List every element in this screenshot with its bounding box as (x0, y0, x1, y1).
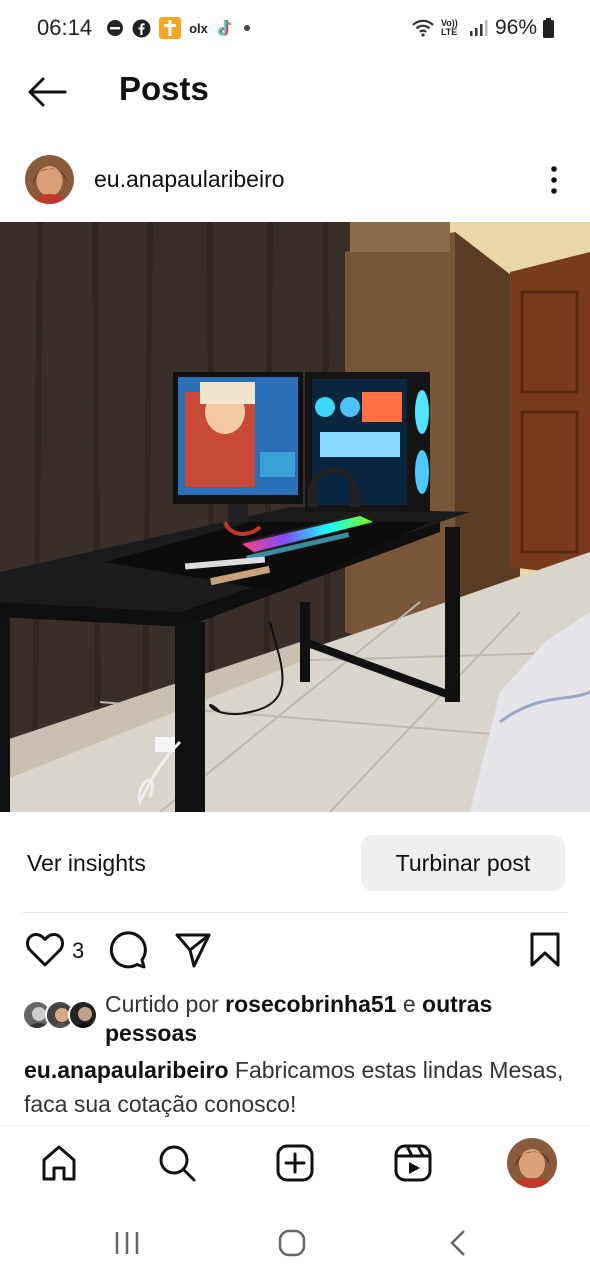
comment-icon (109, 931, 147, 969)
like-count[interactable]: 3 (72, 938, 84, 964)
likes-connector: e (396, 991, 423, 1017)
liker-avatars (22, 1000, 98, 1032)
back-icon (450, 1230, 465, 1256)
reels-icon (394, 1144, 432, 1182)
likes-prefix: Curtido por (105, 991, 226, 1017)
engagement-icons: 3 (0, 925, 590, 975)
volte-icon: Vo)) LTE (441, 19, 463, 37)
battery-icon (543, 18, 554, 38)
heart-icon (26, 932, 64, 967)
olx-label: olx (189, 20, 208, 36)
recents-button[interactable] (107, 1223, 147, 1263)
search-icon (159, 1145, 196, 1182)
bottom-nav (0, 1125, 590, 1205)
nav-reels[interactable] (388, 1138, 438, 1188)
profile-avatar[interactable] (507, 1138, 557, 1188)
dot-icon (242, 23, 252, 33)
status-left: 06:14 olx (37, 15, 252, 41)
nav-create[interactable] (270, 1138, 320, 1188)
signal-icon (469, 19, 489, 37)
home-icon (42, 1145, 76, 1181)
liker-avatar (68, 1000, 98, 1030)
post-photo (0, 222, 590, 812)
tiktok-icon (216, 18, 234, 38)
battery-level: 96% (494, 16, 537, 39)
header: Posts (0, 60, 590, 124)
status-bar: 06:14 olx Vo)) LTE 96% (0, 0, 590, 56)
back-button[interactable] (26, 72, 68, 112)
author-username[interactable]: eu.anapaularibeiro (94, 166, 285, 193)
post-actions-bar: Ver insights Turbinar post (0, 832, 590, 896)
page-title: Posts (119, 70, 209, 107)
back-system-button[interactable] (438, 1223, 478, 1263)
create-icon (276, 1144, 314, 1182)
home-system-button[interactable] (272, 1223, 312, 1263)
olx-icon: olx (189, 21, 208, 36)
nav-search[interactable] (152, 1138, 202, 1188)
post-image[interactable] (0, 222, 590, 812)
nav-home[interactable] (34, 1138, 84, 1188)
status-right: Vo)) LTE 96% (411, 16, 554, 40)
bookmark-icon (530, 932, 560, 967)
more-vertical-icon (551, 166, 557, 194)
facebook-icon (132, 19, 151, 38)
likes-summary[interactable]: Curtido por rosecobrinha51 e outras pess… (0, 988, 590, 1048)
like-button[interactable] (24, 930, 66, 970)
status-time: 06:14 (37, 15, 93, 40)
share-button[interactable] (172, 930, 214, 970)
arrow-left-icon (28, 77, 67, 107)
likes-text: Curtido por rosecobrinha51 e outras pess… (105, 990, 565, 1048)
home-button-icon (278, 1229, 306, 1257)
send-icon (175, 933, 211, 968)
network-label: Vo)) LTE (440, 18, 458, 37)
post-caption: eu.anapaularibeiro Fabricamos estas lind… (24, 1053, 564, 1121)
do-not-disturb-icon (106, 19, 124, 37)
liker-username[interactable]: rosecobrinha51 (225, 991, 396, 1017)
more-options-button[interactable] (540, 160, 568, 200)
bible-app-icon (159, 17, 182, 39)
boost-post-button[interactable]: Turbinar post (361, 835, 565, 891)
save-button[interactable] (526, 930, 564, 970)
recents-icon (115, 1232, 139, 1254)
system-nav (0, 1205, 590, 1280)
view-insights-link[interactable]: Ver insights (27, 850, 146, 877)
divider (22, 912, 568, 913)
author-avatar[interactable] (25, 155, 74, 204)
wifi-icon (411, 18, 435, 38)
post-header: eu.anapaularibeiro (0, 150, 590, 210)
comment-button[interactable] (106, 929, 148, 971)
caption-author[interactable]: eu.anapaularibeiro (24, 1057, 229, 1083)
